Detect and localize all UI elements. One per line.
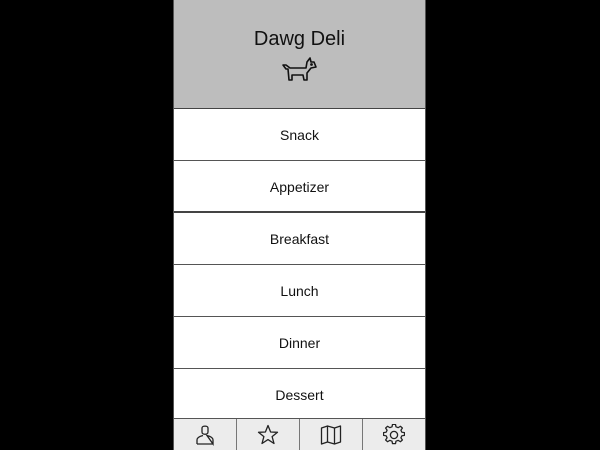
tab-map[interactable] — [300, 419, 363, 450]
menu-item-dinner[interactable]: Dinner — [174, 317, 425, 369]
tab-profile[interactable] — [174, 419, 237, 450]
star-icon — [257, 424, 279, 444]
dog-icon — [282, 57, 317, 81]
bottom-tab-bar — [174, 418, 425, 450]
app-header: Dawg Deli — [174, 0, 425, 109]
menu-item-dessert[interactable]: Dessert — [174, 369, 425, 421]
app-title: Dawg Deli — [253, 28, 346, 50]
tab-favorites[interactable] — [237, 419, 300, 450]
phone-screen: Dawg Deli Snack Appetizer Breakfast Lunc… — [173, 0, 426, 450]
map-icon — [320, 424, 342, 445]
page-background: Dawg Deli Snack Appetizer Breakfast Lunc… — [0, 0, 600, 450]
category-menu: Snack Appetizer Breakfast Lunch Dinner D… — [174, 109, 425, 421]
menu-item-appetizer[interactable]: Appetizer — [174, 161, 425, 213]
tab-settings[interactable] — [363, 419, 425, 450]
menu-item-breakfast[interactable]: Breakfast — [174, 213, 425, 265]
gear-icon — [383, 423, 405, 444]
menu-item-snack[interactable]: Snack — [174, 109, 425, 161]
user-icon — [196, 424, 214, 446]
menu-item-lunch[interactable]: Lunch — [174, 265, 425, 317]
